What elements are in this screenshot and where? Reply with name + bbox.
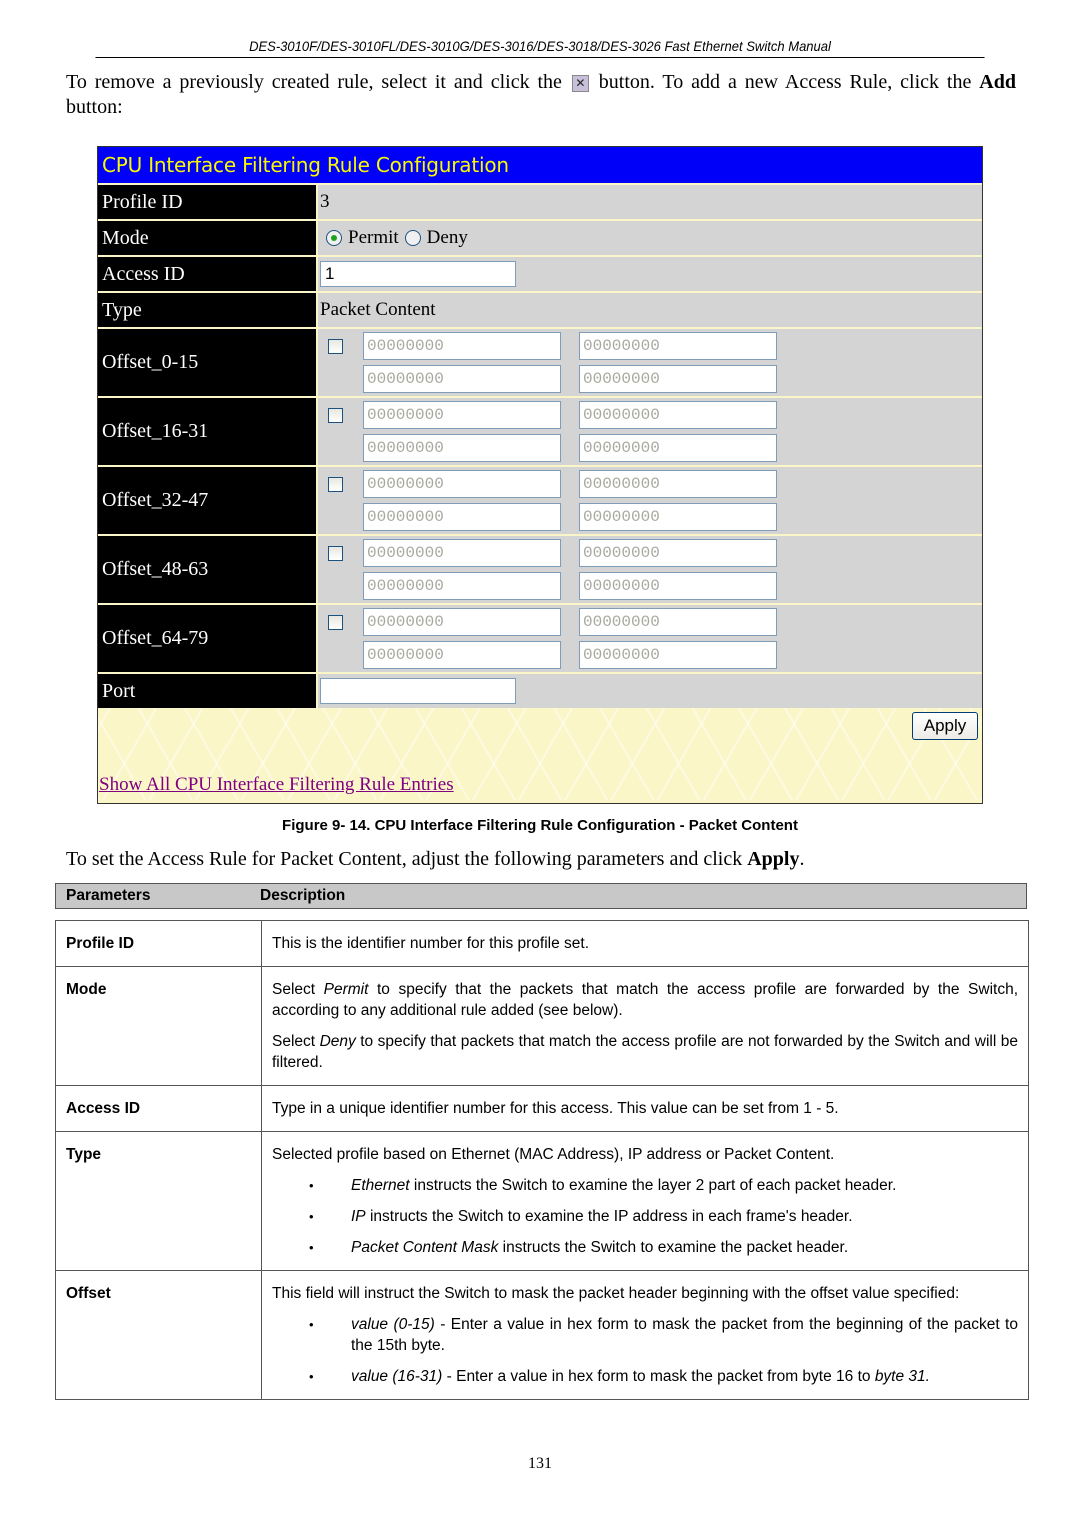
param-desc: Selected profile based on Ethernet (MAC … (261, 1131, 1029, 1271)
bullet-item: value (0-15) - Enter a value in hex form… (272, 1314, 1018, 1356)
type-label: Type (98, 293, 318, 327)
offset-hex-input[interactable]: 00000000 (579, 572, 777, 600)
param-name: Type (55, 1131, 262, 1271)
bullet-item: IP instructs the Switch to examine the I… (272, 1206, 1018, 1227)
profile-id-value: 3 (318, 185, 982, 219)
bullet-item: Ethernet instructs the Switch to examine… (272, 1175, 1018, 1196)
offset-row: Offset_32-47 00000000 00000000 00000000 … (98, 465, 982, 534)
profile-id-label: Profile ID (98, 185, 318, 219)
mode-label: Mode (98, 221, 318, 255)
figure-caption: Figure 9- 14. CPU Interface Filtering Ru… (282, 817, 798, 834)
deny-label: Deny (426, 227, 468, 248)
mode-row: Mode Permit Deny (98, 219, 982, 255)
intro-text-1: To remove a previously created rule, sel… (66, 71, 562, 93)
offset-row: Offset_0-15 00000000 00000000 00000000 0… (98, 327, 982, 396)
offset-row: Offset_48-63 00000000 00000000 00000000 … (98, 534, 982, 603)
param-desc: Select Permit to specify that the packet… (261, 966, 1029, 1086)
offset-48-63-checkbox[interactable] (328, 546, 343, 561)
offset-hex-input[interactable]: 00000000 (579, 539, 777, 567)
offset-64-79-checkbox[interactable] (328, 615, 343, 630)
param-desc: This is the identifier number for this p… (261, 920, 1029, 967)
access-id-label: Access ID (98, 257, 318, 291)
add-bold: Add (979, 71, 1016, 93)
offset-hex-input[interactable]: 00000000 (579, 332, 777, 360)
type-row: Type Packet Content (98, 291, 982, 327)
offset-hex-input[interactable]: 00000000 (363, 539, 561, 567)
offset-label: Offset_48-63 (98, 536, 318, 603)
show-all-entries-link[interactable]: Show All CPU Interface Filtering Rule En… (99, 774, 454, 796)
panel-title: CPU Interface Filtering Rule Configurati… (98, 147, 982, 183)
param-name: Offset (55, 1270, 262, 1400)
offset-hex-input[interactable]: 00000000 (363, 401, 561, 429)
offset-hex-input[interactable]: 00000000 (363, 332, 561, 360)
permit-label: Permit (348, 227, 399, 248)
offset-hex-input[interactable]: 00000000 (579, 365, 777, 393)
running-header: DES-3010F/DES-3010FL/DES-3010G/DES-3016/… (95, 38, 985, 58)
offset-hex-input[interactable]: 00000000 (363, 641, 561, 669)
page-number: 131 (528, 1455, 552, 1472)
offset-label: Offset_32-47 (98, 467, 318, 534)
offset-0-15-checkbox[interactable] (328, 339, 343, 354)
apply-bold: Apply (747, 848, 800, 870)
offset-hex-input[interactable]: 00000000 (363, 365, 561, 393)
port-row: Port (98, 672, 982, 708)
mode-options: Permit Deny (318, 221, 982, 255)
offset-label: Offset_64-79 (98, 605, 318, 672)
profile-id-row: Profile ID 3 (98, 183, 982, 219)
parameters-table-header: Parameters Description (55, 883, 1027, 909)
table-row: Mode Select Permit to specify that the p… (55, 966, 1029, 1086)
port-label: Port (98, 674, 318, 708)
param-desc: This field will instruct the Switch to m… (261, 1270, 1029, 1400)
apply-button[interactable]: Apply (912, 712, 978, 740)
table-row: Type Selected profile based on Ethernet … (55, 1131, 1029, 1271)
cpu-filter-rule-config-screenshot: CPU Interface Filtering Rule Configurati… (97, 146, 983, 804)
permit-radio[interactable] (326, 230, 342, 246)
parameters-table: Profile ID This is the identifier number… (55, 920, 1029, 1400)
offset-hex-input[interactable]: 00000000 (579, 641, 777, 669)
offset-16-31-checkbox[interactable] (328, 408, 343, 423)
offset-hex-input[interactable]: 00000000 (579, 608, 777, 636)
offset-row: Offset_64-79 00000000 00000000 00000000 … (98, 603, 982, 672)
intro-text-2: button. To add a new Access Rule, click … (598, 71, 972, 93)
table-row: Access ID Type in a unique identifier nu… (55, 1085, 1029, 1132)
type-value: Packet Content (318, 293, 982, 327)
offset-hex-input[interactable]: 00000000 (363, 572, 561, 600)
access-id-row: Access ID 1 (98, 255, 982, 291)
instruction-end: . (799, 848, 805, 870)
param-desc: Type in a unique identifier number for t… (261, 1085, 1029, 1132)
deny-radio[interactable] (404, 230, 421, 246)
offset-hex-input[interactable]: 00000000 (363, 470, 561, 498)
offset-hex-input[interactable]: 00000000 (579, 434, 777, 462)
offset-hex-input[interactable]: 00000000 (579, 401, 777, 429)
port-input[interactable] (320, 678, 516, 704)
bullet-item: value (16-31) - Enter a value in hex for… (272, 1366, 1018, 1387)
intro-text-3: button: (66, 96, 123, 118)
offset-row: Offset_16-31 00000000 00000000 00000000 … (98, 396, 982, 465)
parameters-header: Parameters (66, 887, 151, 904)
param-name: Access ID (55, 1085, 262, 1132)
param-name: Mode (55, 966, 262, 1086)
offset-hex-input[interactable]: 00000000 (579, 503, 777, 531)
offset-hex-input[interactable]: 00000000 (363, 608, 561, 636)
offset-hex-input[interactable]: 00000000 (363, 503, 561, 531)
intro-paragraph: To remove a previously created rule, sel… (66, 70, 1016, 120)
panel-footer: Apply Show All CPU Interface Filtering R… (98, 708, 982, 800)
param-name: Profile ID (55, 920, 262, 967)
offset-label: Offset_0-15 (98, 329, 318, 396)
bullet-item: Packet Content Mask instructs the Switch… (272, 1237, 1018, 1258)
table-row: Offset This field will instruct the Swit… (55, 1270, 1029, 1400)
access-id-input[interactable]: 1 (320, 261, 516, 287)
description-header: Description (260, 887, 346, 904)
instruction-paragraph: To set the Access Rule for Packet Conten… (66, 848, 804, 871)
instruction-text: To set the Access Rule for Packet Conten… (66, 848, 743, 870)
offset-hex-input[interactable]: 00000000 (363, 434, 561, 462)
remove-icon: ✕ (571, 75, 589, 92)
offset-hex-input[interactable]: 00000000 (579, 470, 777, 498)
offset-label: Offset_16-31 (98, 398, 318, 465)
offset-32-47-checkbox[interactable] (328, 477, 343, 492)
table-row: Profile ID This is the identifier number… (55, 920, 1029, 967)
